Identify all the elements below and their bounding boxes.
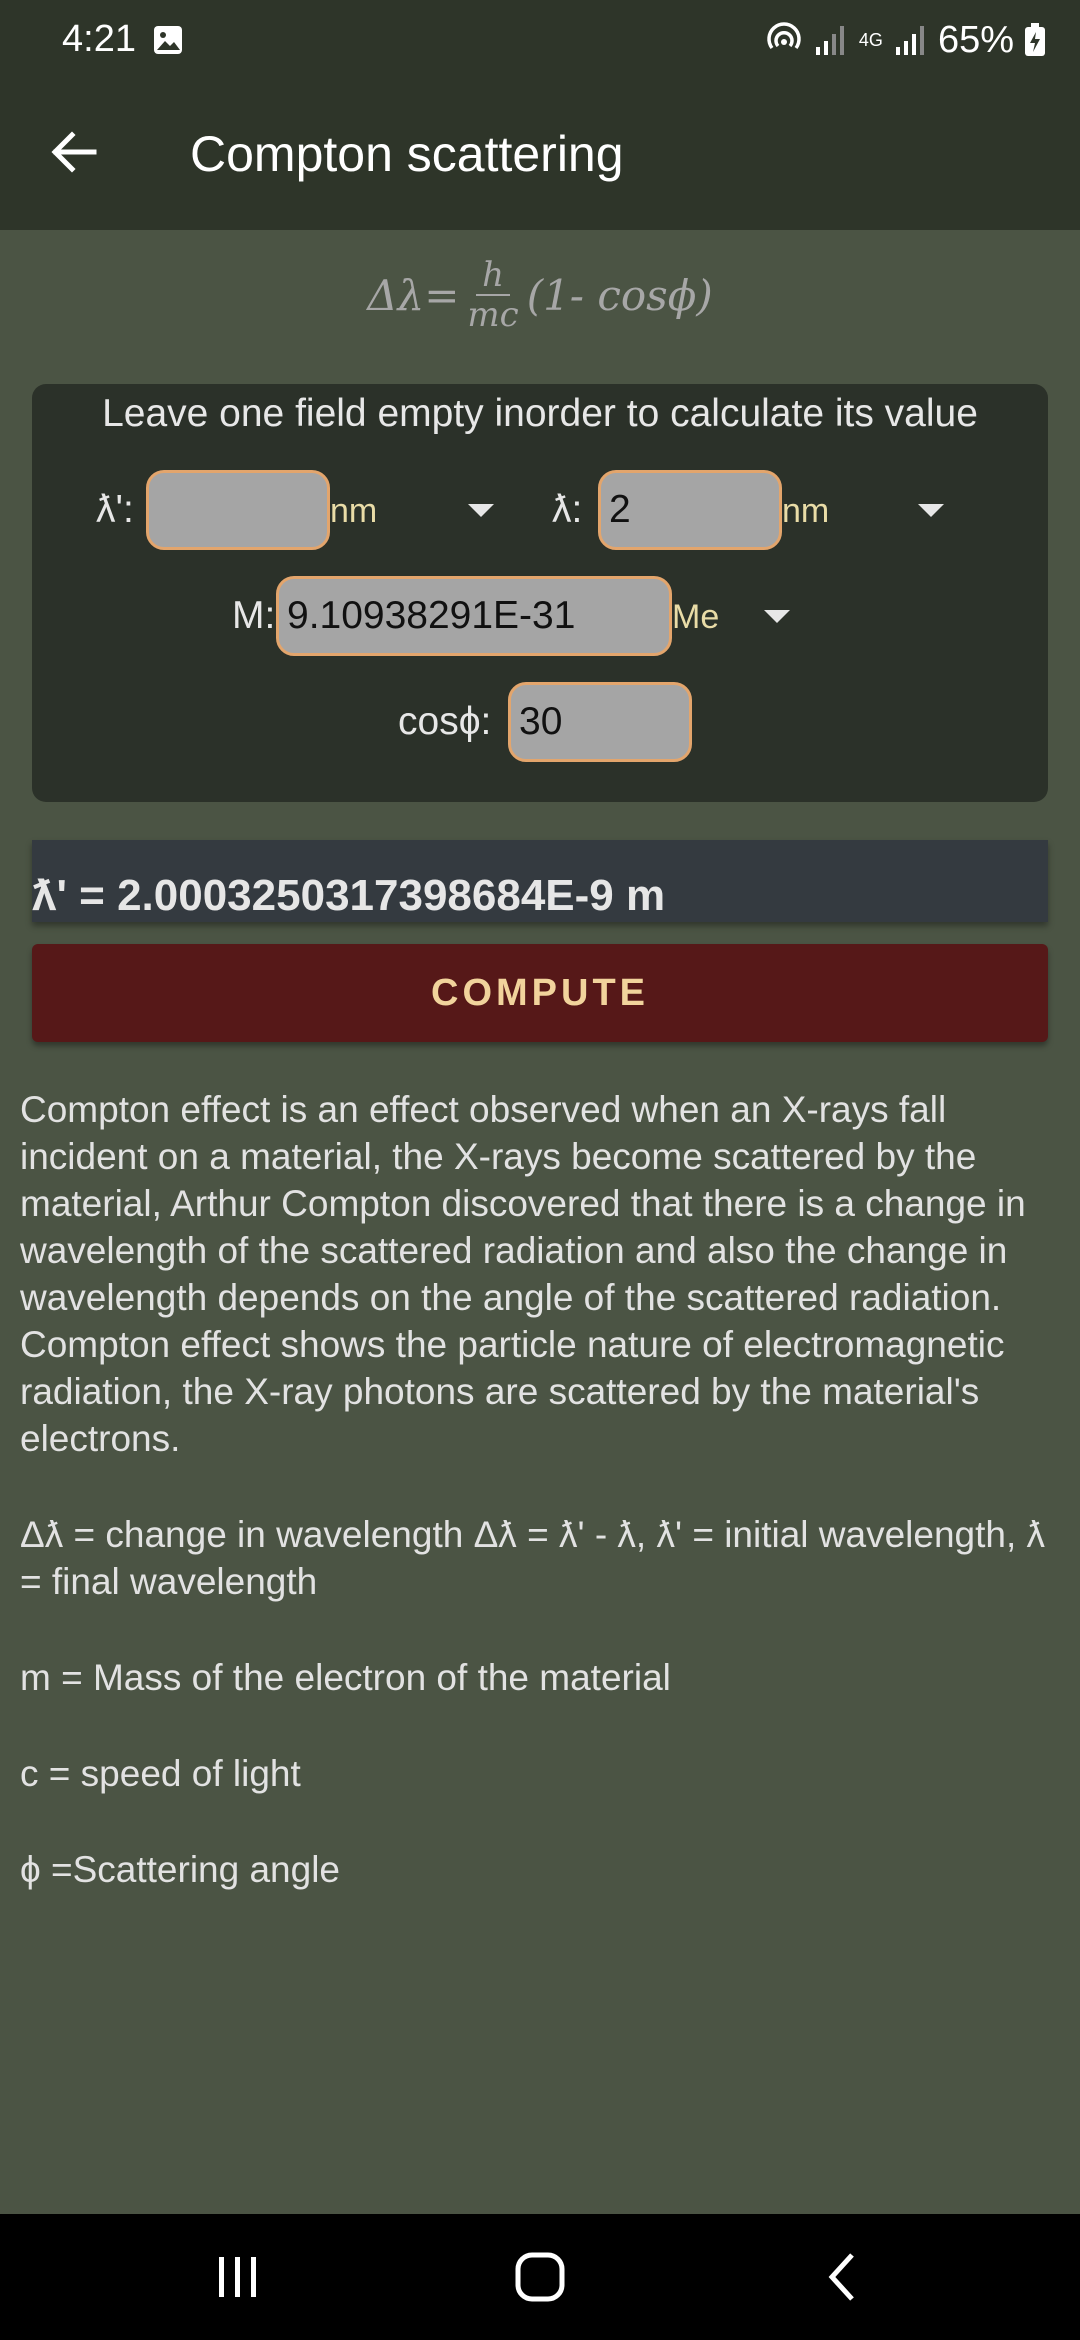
- cos-phi-label: cosϕ:: [398, 700, 492, 743]
- description-paragraph: c = speed of light: [20, 1753, 301, 1794]
- nav-back-button[interactable]: [762, 2214, 922, 2340]
- lambda-label: ƛ:: [552, 488, 583, 531]
- result-text: ƛ' = 2.0003250317398684E-9 m: [32, 871, 666, 920]
- page-title: Compton scattering: [190, 126, 624, 182]
- mass-label: M:: [232, 594, 276, 637]
- signal-icon: [815, 26, 844, 55]
- navigation-bar: [0, 2214, 1080, 2340]
- formula-fraction: h mc: [467, 256, 518, 334]
- formula-rhs: (1- cosϕ): [526, 270, 713, 320]
- network-type: 4G: [858, 30, 883, 50]
- chevron-down-icon: [468, 504, 494, 517]
- description-paragraph: Δƛ = change in wavelength Δƛ = ƛ' - ƛ, ƛ…: [20, 1514, 1046, 1602]
- instruction-text: Leave one field empty inorder to calcula…: [102, 392, 978, 435]
- formula-numerator: h: [476, 256, 510, 296]
- lambda-prime-input[interactable]: [146, 470, 330, 550]
- image-icon: [154, 26, 182, 54]
- arrow-left-icon[interactable]: [44, 122, 104, 182]
- hotspot-icon: [767, 22, 801, 50]
- description-paragraph: m = Mass of the electron of the material: [20, 1657, 671, 1698]
- chevron-left-icon: [828, 2253, 854, 2301]
- description: Compton effect is an effect observed whe…: [20, 1086, 1060, 1942]
- compute-button[interactable]: COMPUTE: [32, 944, 1048, 1042]
- signal-icon: [895, 26, 924, 55]
- home-icon: [515, 2252, 565, 2302]
- cos-phi-input[interactable]: [508, 682, 692, 762]
- formula-denominator: mc: [467, 295, 519, 335]
- home-button[interactable]: [460, 2214, 620, 2340]
- status-icons: 4G 65%: [764, 18, 1046, 62]
- chevron-down-icon: [764, 610, 790, 623]
- description-paragraph: Compton effect is an effect observed whe…: [20, 1089, 1026, 1459]
- battery-percent: 65%: [937, 18, 1014, 61]
- app-bar: Compton scattering: [0, 80, 1080, 230]
- mass-unit: Me: [672, 597, 720, 636]
- lambda-prime-label: ƛ':: [96, 488, 134, 531]
- lambda-unit-select[interactable]: nm: [782, 486, 982, 536]
- result-display: ƛ' = 2.0003250317398684E-9 m: [32, 840, 1048, 922]
- recents-button[interactable]: [158, 2214, 318, 2340]
- battery-charging-icon: [1025, 23, 1045, 56]
- description-paragraph: ϕ =Scattering angle: [20, 1849, 341, 1890]
- status-time: 4:21: [62, 18, 136, 60]
- lambda-prime-unit: nm: [330, 491, 378, 530]
- chevron-down-icon: [918, 504, 944, 517]
- status-bar: 4:21 4G 65%: [0, 0, 1080, 80]
- input-card: Leave one field empty inorder to calcula…: [32, 384, 1048, 802]
- formula-lhs: Δλ=: [367, 270, 460, 320]
- recents-icon: [219, 2257, 256, 2297]
- lambda-input[interactable]: [598, 470, 782, 550]
- lambda-unit: nm: [782, 491, 830, 530]
- lambda-prime-unit-select[interactable]: nm: [330, 486, 530, 536]
- mass-unit-select[interactable]: Me: [672, 592, 812, 642]
- mass-input[interactable]: [276, 576, 672, 656]
- compton-formula: Δλ= h mc (1- cosϕ): [0, 250, 1080, 340]
